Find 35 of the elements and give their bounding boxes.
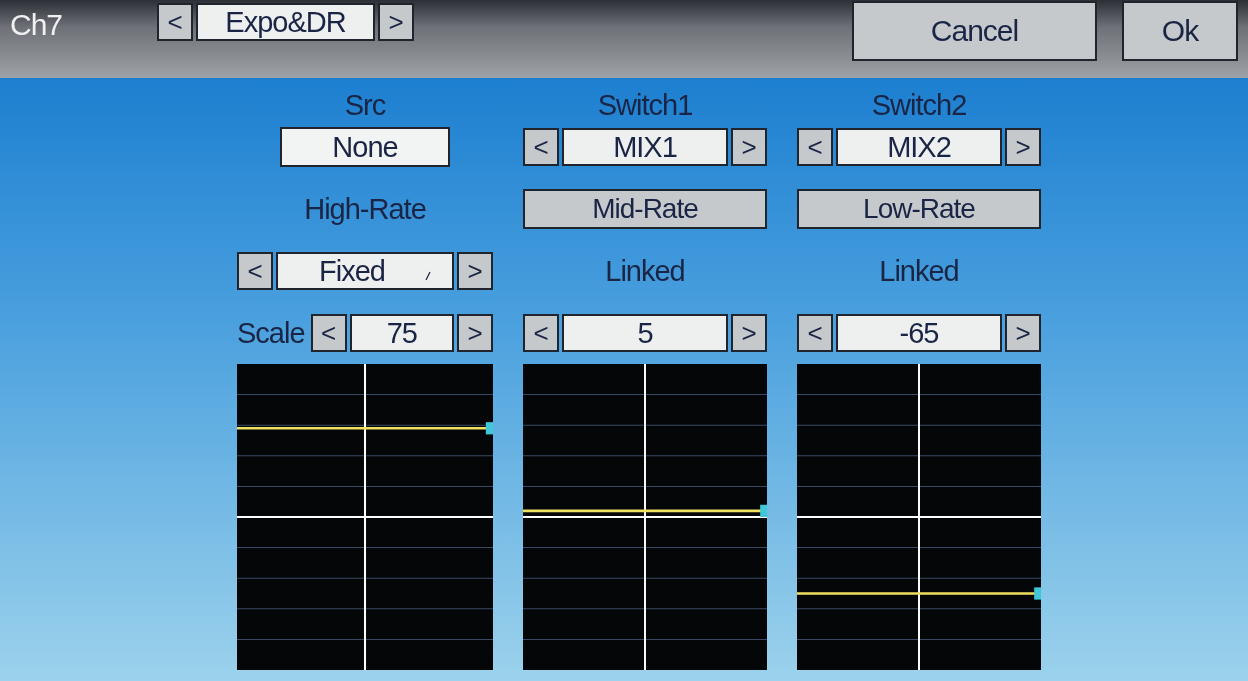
- value-field: 75: [349, 314, 454, 352]
- increase-button[interactable]: >: [1005, 314, 1041, 352]
- previous-button[interactable]: <: [797, 128, 833, 166]
- column-header: Switch1: [597, 88, 693, 122]
- previous-button[interactable]: <: [157, 3, 193, 41]
- mode-value: Fixed: [276, 252, 454, 290]
- decrease-button[interactable]: <: [523, 314, 559, 352]
- switch-value: MIX1: [562, 128, 728, 166]
- mode-label: Linked: [879, 254, 959, 288]
- cancel-button[interactable]: Cancel: [852, 1, 1097, 61]
- column-header: Src: [344, 88, 386, 122]
- column-header: Switch2: [871, 88, 967, 122]
- value-field: 5: [562, 314, 728, 352]
- page-selector-value: Expo&DR: [196, 3, 375, 41]
- mode-label: Linked: [605, 254, 685, 288]
- next-button[interactable]: >: [378, 3, 414, 41]
- next-button[interactable]: >: [731, 128, 767, 166]
- rate-button[interactable]: Low-Rate: [797, 189, 1041, 229]
- window-title: Ch7: [10, 8, 64, 42]
- decrease-button[interactable]: <: [797, 314, 833, 352]
- rate-button[interactable]: Mid-Rate: [523, 189, 767, 229]
- next-button[interactable]: >: [1005, 128, 1041, 166]
- curve-mark-icon: [424, 271, 431, 281]
- previous-button[interactable]: <: [523, 128, 559, 166]
- increase-button[interactable]: >: [731, 314, 767, 352]
- scale-label: Scale: [237, 316, 305, 350]
- rate-label: High-Rate: [304, 192, 426, 226]
- next-button[interactable]: >: [457, 252, 493, 290]
- ok-button[interactable]: Ok: [1122, 1, 1238, 61]
- source-field[interactable]: None: [280, 127, 450, 167]
- value-field: -65: [836, 314, 1002, 352]
- decrease-button[interactable]: <: [310, 314, 347, 352]
- increase-button[interactable]: >: [457, 314, 493, 352]
- previous-button[interactable]: <: [237, 252, 273, 290]
- switch-value: MIX2: [836, 128, 1002, 166]
